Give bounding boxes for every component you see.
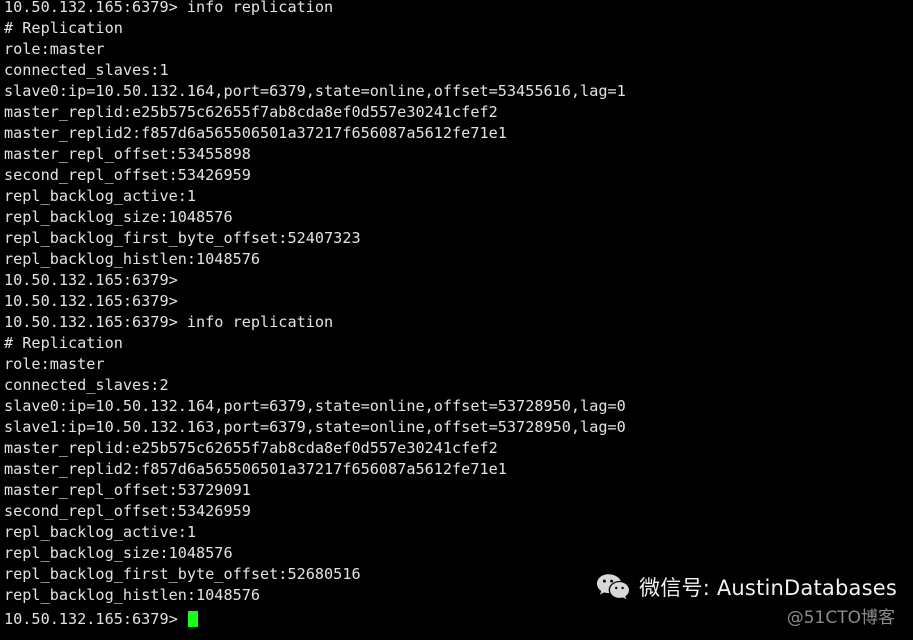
terminal-output: 10.50.132.165:6379> info replication # Re… (4, 0, 913, 606)
terminal-line: repl_backlog_active:1 (4, 187, 197, 205)
terminal-line: 10.50.132.165:6379> info replication (4, 313, 334, 331)
terminal-line: repl_backlog_histlen:1048576 (4, 250, 261, 268)
terminal-line: repl_backlog_size:1048576 (4, 544, 233, 562)
prompt-text: 10.50.132.165:6379> (4, 610, 178, 628)
block-cursor (187, 611, 198, 627)
terminal-line: repl_backlog_first_byte_offset:52680516 (4, 565, 361, 583)
terminal-line: 10.50.132.165:6379> info replication (4, 0, 334, 16)
terminal-line: role:master (4, 40, 105, 58)
terminal-line: master_replid:e25b575c62655f7ab8cda8ef0d… (4, 439, 498, 457)
terminal-line: second_repl_offset:53426959 (4, 166, 251, 184)
terminal-line: connected_slaves:2 (4, 376, 169, 394)
terminal-line: repl_backlog_size:1048576 (4, 208, 233, 226)
terminal-line: 10.50.132.165:6379> (4, 292, 178, 310)
terminal-line: repl_backlog_active:1 (4, 523, 197, 541)
terminal-line: slave0:ip=10.50.132.164,port=6379,state=… (4, 82, 626, 100)
terminal-line: repl_backlog_first_byte_offset:52407323 (4, 229, 361, 247)
terminal-line: master_repl_offset:53455898 (4, 145, 251, 163)
terminal-line: master_replid2:f857d6a565506501a37217f65… (4, 460, 507, 478)
terminal-window[interactable]: 10.50.132.165:6379> info replication # Re… (0, 0, 913, 640)
terminal-line: # Replication (4, 334, 123, 352)
terminal-prompt-line: 10.50.132.165:6379> (4, 609, 913, 630)
terminal-line: slave1:ip=10.50.132.163,port=6379,state=… (4, 418, 626, 436)
terminal-line: # Replication (4, 19, 123, 37)
terminal-line: master_replid2:f857d6a565506501a37217f65… (4, 124, 507, 142)
terminal-line: master_replid:e25b575c62655f7ab8cda8ef0d… (4, 103, 498, 121)
terminal-line: role:master (4, 355, 105, 373)
terminal-line: second_repl_offset:53426959 (4, 502, 251, 520)
terminal-line: master_repl_offset:53729091 (4, 481, 251, 499)
terminal-line: repl_backlog_histlen:1048576 (4, 586, 261, 604)
terminal-line: 10.50.132.165:6379> (4, 271, 178, 289)
terminal-line: slave0:ip=10.50.132.164,port=6379,state=… (4, 397, 626, 415)
terminal-line: connected_slaves:1 (4, 61, 169, 79)
